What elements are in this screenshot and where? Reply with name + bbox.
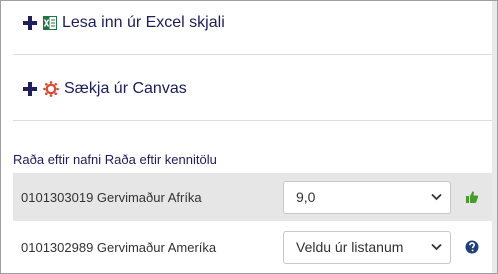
plus-icon[interactable] xyxy=(23,82,37,96)
chevron-down-icon xyxy=(431,193,442,201)
scrollbar[interactable] xyxy=(492,1,497,273)
thumbs-up-icon xyxy=(466,191,479,203)
chevron-down-icon xyxy=(431,243,442,251)
grade-select[interactable]: 9,0 xyxy=(283,180,451,214)
canvas-import-row[interactable]: Sækja úr Canvas xyxy=(13,67,497,111)
divider xyxy=(13,120,497,121)
student-name: 0101302989 Gervimaður Ameríka xyxy=(21,239,217,255)
sort-bar: Raða eftir nafni Raða eftir kennitölu xyxy=(13,152,217,167)
student-row: 0101303019 Gervimaður Afríka 9,0 xyxy=(13,173,492,221)
excel-import-link[interactable]: Lesa inn úr Excel skjali xyxy=(62,14,225,32)
student-row: 0101302989 Gervimaður Ameríka Veldu úr l… xyxy=(13,223,492,271)
student-name: 0101303019 Gervimaður Afríka xyxy=(21,189,202,205)
plus-icon[interactable] xyxy=(23,16,37,30)
question-icon[interactable] xyxy=(465,240,479,254)
divider xyxy=(13,54,497,55)
sort-by-id-link[interactable]: Raða eftir kennitölu xyxy=(105,152,217,167)
grade-import-panel: Lesa inn úr Excel skjali Sækja úr Canvas… xyxy=(0,0,498,274)
canvas-import-link[interactable]: Sækja úr Canvas xyxy=(64,80,187,98)
grade-value: Veldu úr listanum xyxy=(296,239,404,255)
grade-select[interactable]: Veldu úr listanum xyxy=(283,230,451,264)
grade-value: 9,0 xyxy=(296,189,316,205)
sort-by-name-link[interactable]: Raða eftir nafni xyxy=(13,152,101,167)
canvas-icon xyxy=(43,81,59,97)
excel-icon xyxy=(43,16,57,30)
excel-import-row[interactable]: Lesa inn úr Excel skjali xyxy=(13,1,497,45)
